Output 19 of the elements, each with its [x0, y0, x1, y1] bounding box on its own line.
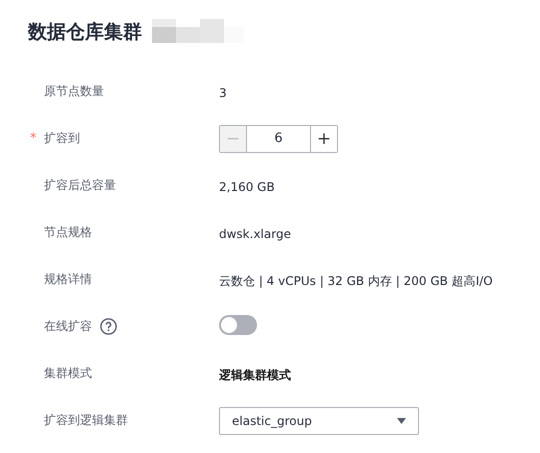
- field-value: 云数仓 | 4 vCPUs | 32 GB 内存 | 200 GB 超高I/O: [219, 274, 493, 288]
- field-value: 3: [219, 86, 227, 100]
- page-title: 数据仓库集群: [28, 20, 142, 45]
- field-value: 逻辑集群模式: [219, 368, 291, 382]
- dropdown-caret-icon: [397, 418, 406, 424]
- help-icon[interactable]: [100, 318, 117, 335]
- field-label: 扩容到: [44, 130, 80, 147]
- group-select[interactable]: elastic_group: [219, 406, 419, 434]
- field-label: 扩容后总容量: [44, 177, 116, 194]
- field-value: 2,160 GB: [219, 180, 275, 194]
- toggle-switch[interactable]: [219, 314, 257, 334]
- field-label: 原节点数量: [44, 83, 104, 100]
- field-label: 规格详情: [44, 271, 92, 288]
- field-label: 在线扩容: [44, 318, 92, 335]
- field-label: 节点规格: [44, 224, 92, 241]
- field-label: 扩容到逻辑集群: [44, 412, 128, 429]
- required-mark: *: [30, 131, 36, 146]
- field-label: 集群模式: [44, 365, 92, 382]
- field-value: dwsk.xlarge: [219, 227, 291, 241]
